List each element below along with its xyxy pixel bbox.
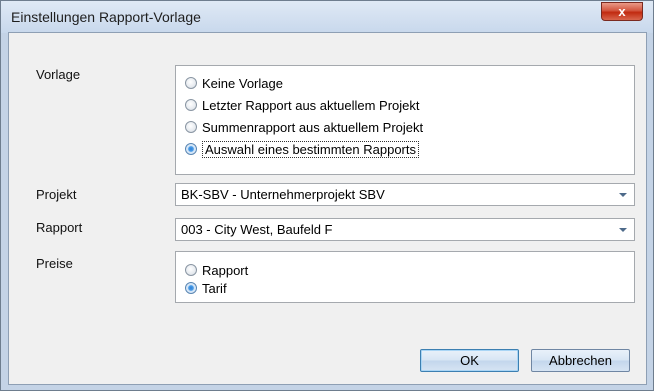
- close-icon: x: [618, 4, 626, 19]
- radio-button-unchecked[interactable]: [185, 77, 197, 89]
- radio-preise-tarif[interactable]: Tarif: [185, 279, 227, 297]
- radio-button-unchecked[interactable]: [185, 99, 197, 111]
- cancel-button[interactable]: Abbrechen: [531, 349, 630, 372]
- radio-letzter-rapport[interactable]: Letzter Rapport aus aktuellem Projekt: [185, 96, 420, 114]
- window-title: Einstellungen Rapport-Vorlage: [11, 9, 201, 25]
- radio-preise-rapport[interactable]: Rapport: [185, 261, 248, 279]
- close-button[interactable]: x: [601, 2, 643, 21]
- radio-label: Summenrapport aus aktuellem Projekt: [202, 119, 424, 135]
- radio-label: Keine Vorlage: [202, 75, 283, 91]
- projekt-value: BK-SBV - Unternehmerprojekt SBV: [181, 187, 385, 202]
- chevron-down-icon[interactable]: [619, 193, 627, 197]
- dialog-window: Einstellungen Rapport-Vorlage x Vorlage …: [0, 0, 654, 391]
- rapport-label: Rapport: [36, 220, 83, 235]
- projekt-dropdown[interactable]: BK-SBV - Unternehmerprojekt SBV: [175, 183, 635, 206]
- radio-button-checked[interactable]: [185, 282, 197, 294]
- ok-button[interactable]: OK: [420, 349, 519, 372]
- dialog-body: Vorlage Keine Vorlage Letzter Rapport au…: [8, 32, 647, 385]
- vorlage-label: Vorlage: [36, 67, 81, 82]
- radio-auswahl-rapport[interactable]: Auswahl eines bestimmten Rapports: [185, 140, 419, 158]
- title-bar[interactable]: Einstellungen Rapport-Vorlage x: [1, 1, 653, 33]
- radio-summenrapport[interactable]: Summenrapport aus aktuellem Projekt: [185, 118, 423, 136]
- radio-label: Tarif: [202, 280, 227, 296]
- vorlage-group: Keine Vorlage Letzter Rapport aus aktuel…: [175, 65, 635, 175]
- radio-label: Letzter Rapport aus aktuellem Projekt: [202, 97, 420, 113]
- radio-button-unchecked[interactable]: [185, 264, 197, 276]
- chevron-down-icon[interactable]: [619, 228, 627, 232]
- projekt-label: Projekt: [36, 187, 77, 202]
- rapport-dropdown[interactable]: 003 - City West, Baufeld F: [175, 218, 635, 241]
- radio-keine-vorlage[interactable]: Keine Vorlage: [185, 74, 283, 92]
- radio-label: Rapport: [202, 262, 249, 278]
- rapport-value: 003 - City West, Baufeld F: [181, 222, 333, 237]
- radio-button-checked[interactable]: [185, 143, 197, 155]
- radio-label: Auswahl eines bestimmten Rapports: [202, 140, 419, 158]
- preise-label: Preise: [36, 256, 73, 271]
- preise-group: Rapport Tarif: [175, 251, 635, 303]
- radio-button-unchecked[interactable]: [185, 121, 197, 133]
